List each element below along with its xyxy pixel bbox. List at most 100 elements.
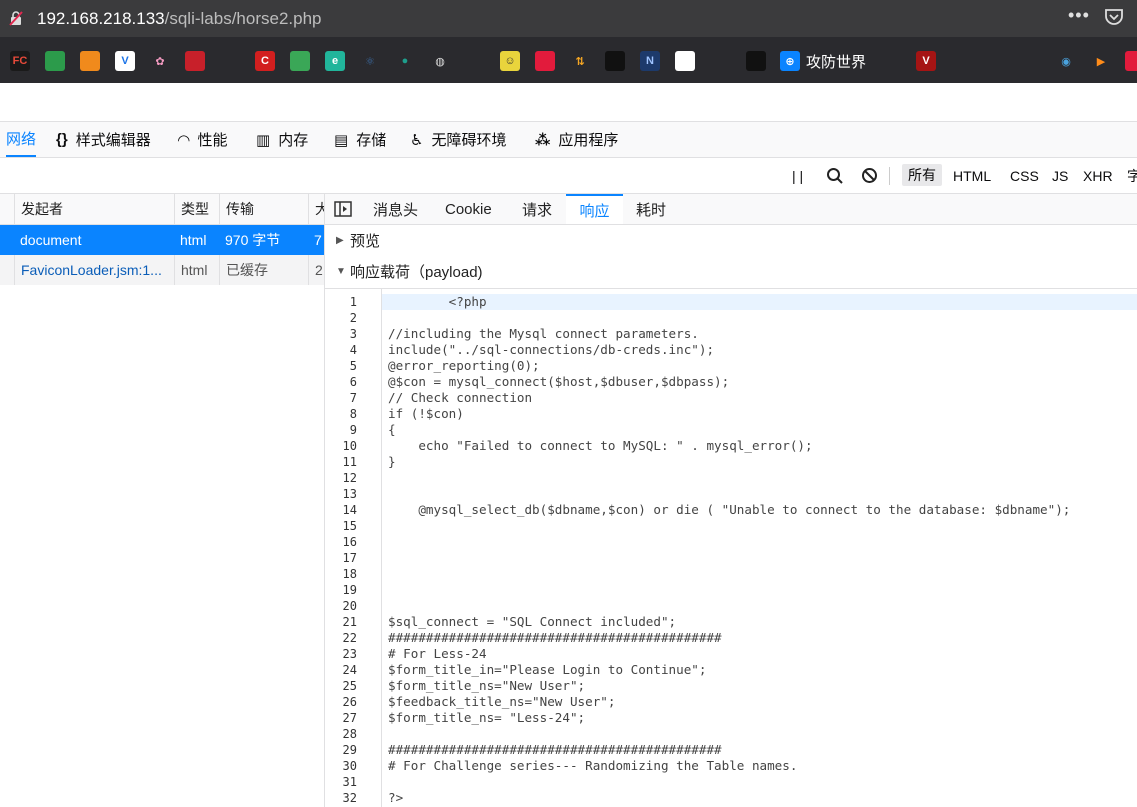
line-number: 26 [342, 695, 357, 709]
bookmark-v-icon[interactable]: V [115, 51, 135, 71]
page-content-area [0, 83, 1137, 122]
url-path: /sqli-labs/horse2.php [164, 9, 322, 28]
bookmark-gongfang-icon[interactable]: ⊕ [780, 51, 800, 71]
filter-type-button[interactable]: CSS [1010, 158, 1039, 193]
line-number: 3 [349, 327, 357, 341]
bookmark-tile-icon[interactable] [605, 51, 625, 71]
bookmark-arrow-icon[interactable]: ⇅ [570, 51, 590, 71]
line-number: 12 [342, 471, 357, 485]
bookmark-earth-icon[interactable]: ◉ [1056, 51, 1076, 71]
code-line: # For Challenge series--- Randomizing th… [388, 758, 798, 773]
filter-type-button[interactable]: JS [1052, 158, 1068, 193]
bookmark-e-icon[interactable]: e [325, 51, 345, 71]
tab-memory[interactable]: ▥ 内存 [256, 122, 308, 157]
bookmark-globe-icon[interactable]: ◍ [430, 51, 450, 71]
url-text[interactable]: 192.168.218.133/sqli-labs/horse2.php [37, 9, 322, 29]
line-number: 19 [342, 583, 357, 597]
bookmark-r2-icon[interactable] [986, 51, 1006, 71]
bookmark-v-red-icon[interactable]: V [916, 51, 936, 71]
bookmark-play-icon[interactable]: ▶ [1091, 51, 1111, 71]
style-editor-icon: {} [56, 131, 68, 148]
bookmark-fc-icon[interactable]: FC [10, 51, 30, 71]
tab-response[interactable]: 响应 [566, 194, 623, 224]
bookmark-github-icon[interactable] [220, 51, 240, 71]
bookmark-r1-icon[interactable] [951, 51, 971, 71]
pocket-icon[interactable] [1104, 8, 1124, 26]
tab-request[interactable]: 请求 [522, 194, 552, 224]
tab-headers[interactable]: 消息头 [373, 194, 418, 224]
tab-performance[interactable]: ◠ 性能 [178, 122, 228, 157]
column-initiator[interactable]: 发起者 [14, 194, 174, 224]
preview-section-toggle[interactable]: ▶ 预览 [325, 225, 1137, 255]
clear-icon[interactable] [861, 167, 878, 184]
filter-type-button[interactable]: XHR [1083, 158, 1113, 193]
code-line: ?> [388, 790, 404, 805]
initiator-cell: document [20, 232, 82, 248]
bookmark-runner-icon[interactable] [675, 51, 695, 71]
bookmark-link-icon[interactable] [465, 51, 485, 71]
bookmark-cube-icon[interactable] [80, 51, 100, 71]
code-lines: <?php //including the Mysql connect param… [382, 289, 1137, 807]
code-line: @error_reporting(0); [388, 358, 540, 373]
line-number-gutter: 1 2 3 4 5 6 7 8 9 10 11 12 13 14 15 16 17 18 19 20 21 22 23 24 2… [325, 289, 382, 807]
code-line: # For Less-24 [388, 646, 487, 661]
tab-storage[interactable]: ▤ 存储 [334, 122, 386, 157]
tab-network[interactable]: 网络 [6, 122, 37, 157]
bookmarks-toolbar: FC V ✿ Ce ⚛ ● ◍ ☺ ⇅ N ⊕ V ◉ ▶ 攻防世界 [0, 37, 1137, 83]
code-line: $sql_connect = "SQL Connect included"; [388, 614, 677, 629]
insecure-lock-icon[interactable] [8, 10, 24, 26]
line-number: 24 [342, 663, 357, 677]
table-row[interactable]: FaviconLoader.jsm:1... html 已缓存 2 [0, 255, 324, 285]
request-details-panel: 消息头 Cookie 请求 响应 耗时 ▶ 预览 ▼ 响应载荷（payload)… [325, 194, 1137, 807]
network-filter-bar: | | 所有 HTML CSS JS XHR 字 [0, 158, 1137, 194]
collapse-triangle-icon: ▼ [336, 265, 346, 277]
bookmark-gongfang-label[interactable]: 攻防世界 [806, 51, 866, 72]
bookmark-dots-icon[interactable] [881, 51, 901, 71]
bookmark-seal-icon[interactable] [185, 51, 205, 71]
code-line: $form_title_in="Please Login to Continue… [388, 662, 707, 677]
bookmark-n-icon[interactable]: N [640, 51, 660, 71]
tab-label: 网络 [6, 131, 37, 148]
column-type[interactable]: 类型 [174, 194, 219, 224]
line-number: 15 [342, 519, 357, 533]
url-bar[interactable]: 192.168.218.133/sqli-labs/horse2.php ••• [0, 0, 1137, 37]
toggle-sidebar-icon[interactable] [334, 201, 352, 217]
bookmark-map-icon[interactable] [45, 51, 65, 71]
bookmark-face-icon[interactable]: ☺ [500, 51, 520, 71]
bookmark-c-icon[interactable]: C [255, 51, 275, 71]
bookmark-flower-icon[interactable]: ✿ [150, 51, 170, 71]
tab-accessibility[interactable]: ♿ 无障碍环境 [410, 122, 506, 157]
code-line: ########################################… [388, 742, 722, 757]
page-actions-icon[interactable]: ••• [1068, 5, 1090, 26]
bookmark-r3-icon[interactable] [1021, 51, 1041, 71]
response-code-viewer[interactable]: 1 2 3 4 5 6 7 8 9 10 11 12 13 14 15 16 17 18 19 20 21 22 23 24 2… [325, 288, 1137, 807]
filter-type-button[interactable]: 所有 [902, 164, 942, 186]
bookmark-bird-icon[interactable] [746, 51, 766, 71]
tab-cookie[interactable]: Cookie [445, 194, 492, 224]
size-cell: 2 [308, 255, 324, 285]
column-transfer[interactable]: 传输 [219, 194, 308, 224]
filter-type-button[interactable]: 字 [1127, 158, 1137, 193]
bookmark-last-icon[interactable] [1125, 51, 1137, 71]
column-size[interactable]: 大 [308, 194, 324, 224]
tab-style-editor[interactable]: {} 样式编辑器 [56, 122, 151, 157]
tab-application[interactable]: ⁂ 应用程序 [535, 122, 618, 157]
devtools-tabbar: 网络 {} 样式编辑器 ◠ 性能 ▥ 内存 ▤ 存储 ♿ 无障碍环境 ⁂ 应用程序 [0, 122, 1137, 158]
line-number: 25 [342, 679, 357, 693]
application-icon: ⁂ [535, 131, 551, 149]
bookmark-redsq-icon[interactable] [535, 51, 555, 71]
bookmark-bars-icon[interactable] [290, 51, 310, 71]
toolbar-divider [889, 167, 890, 185]
initiator-cell[interactable]: FaviconLoader.jsm:1... [14, 255, 174, 285]
payload-section-toggle[interactable]: ▼ 响应载荷（payload) [325, 256, 1137, 286]
tab-timings[interactable]: 耗时 [636, 194, 666, 224]
code-line: // Check connection [388, 390, 533, 405]
search-icon[interactable] [826, 167, 844, 185]
table-row[interactable]: document html 970 字节 7 [0, 225, 324, 255]
filter-type-button[interactable]: HTML [953, 158, 991, 193]
bookmark-react-icon[interactable]: ⚛ [360, 51, 380, 71]
type-cell: html [180, 232, 207, 248]
tab-label: 样式编辑器 [75, 132, 151, 149]
bookmark-circle-icon[interactable]: ● [395, 51, 415, 71]
pause-button[interactable]: | | [792, 158, 803, 193]
